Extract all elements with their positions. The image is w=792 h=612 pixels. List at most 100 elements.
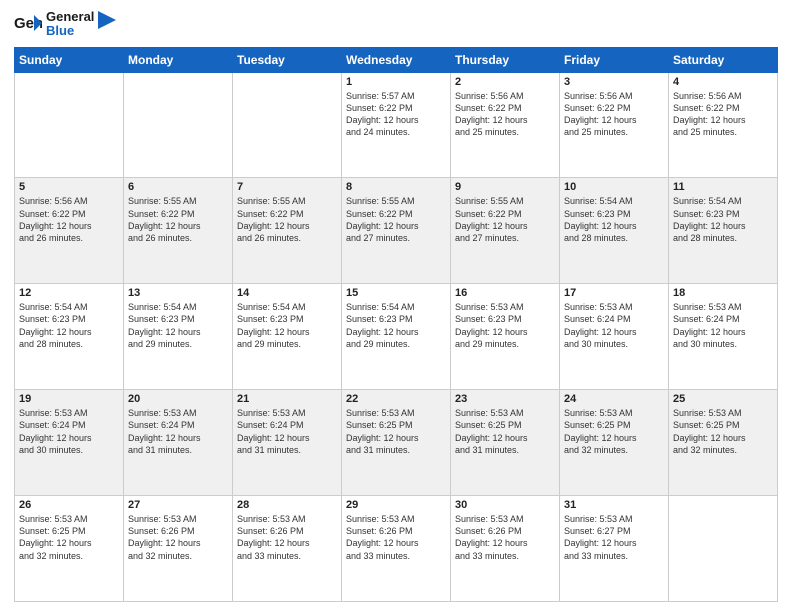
logo-icon: General — [14, 13, 42, 35]
weekday-header-row: SundayMondayTuesdayWednesdayThursdayFrid… — [15, 47, 778, 72]
day-number: 20 — [128, 393, 228, 405]
day-number: 12 — [19, 287, 119, 299]
calendar-day-26: 26Sunrise: 5:53 AM Sunset: 6:25 PM Dayli… — [15, 496, 124, 602]
calendar-day-9: 9 Sunrise: 5:55 AM Sunset: 6:22 PM Daylig… — [451, 178, 560, 284]
day-content: Sunrise: 5:56 AM Sunset: 6:22 PM Dayligh… — [673, 90, 773, 139]
calendar-day-17: 17 Sunrise: 5:53 AM Sunset: 6:24 PM Dayli… — [560, 284, 669, 390]
logo-general: General — [46, 9, 94, 24]
day-content: Sunrise: 5:53 AM Sunset: 6:26 PM Dayligh… — [455, 513, 555, 562]
calendar-day-28: 28 Sunrise: 5:53 AM Sunset: 6:26 PM Dayli… — [233, 496, 342, 602]
day-number: 1 — [346, 76, 446, 88]
calendar-empty-cell — [124, 72, 233, 178]
weekday-header-tuesday: Tuesday — [233, 47, 342, 72]
day-number: 5 — [19, 181, 119, 193]
day-number: 10 — [564, 181, 664, 193]
day-content: Sunrise: 5:54 AM Sunset: 6:23 PM Dayligh… — [19, 301, 119, 350]
calendar-day-21: 21 Sunrise: 5:53 AM Sunset: 6:24 PM Dayli… — [233, 390, 342, 496]
day-content: Sunrise: 5:54 AM Sunset: 6:23 PM Dayligh… — [673, 195, 773, 244]
calendar-day-3: 3 Sunrise: 5:56 AM Sunset: 6:22 PM Daylig… — [560, 72, 669, 178]
calendar-day-11: 11 Sunrise: 5:54 AM Sunset: 6:23 PM Dayli… — [669, 178, 778, 284]
header: General General Blue — [14, 10, 778, 39]
calendar-day-29: 29 Sunrise: 5:53 AM Sunset: 6:26 PM Dayli… — [342, 496, 451, 602]
weekday-header-monday: Monday — [124, 47, 233, 72]
day-content: Sunrise: 5:53 AM Sunset: 6:26 PM Dayligh… — [128, 513, 228, 562]
logo-arrow-icon — [98, 11, 116, 29]
day-number: 26 — [19, 499, 119, 511]
day-content: Sunrise: 5:53 AM Sunset: 6:24 PM Dayligh… — [128, 407, 228, 456]
day-number: 25 — [673, 393, 773, 405]
calendar-day-30: 30 Sunrise: 5:53 AM Sunset: 6:26 PM Dayli… — [451, 496, 560, 602]
logo: General General Blue — [14, 10, 116, 39]
calendar-week-row: 5 Sunrise: 5:56 AM Sunset: 6:22 PM Daylig… — [15, 178, 778, 284]
calendar-day-27: 27 Sunrise: 5:53 AM Sunset: 6:26 PM Dayli… — [124, 496, 233, 602]
day-content: Sunrise: 5:55 AM Sunset: 6:22 PM Dayligh… — [346, 195, 446, 244]
calendar-day-23: 23Sunrise: 5:53 AM Sunset: 6:25 PM Dayli… — [451, 390, 560, 496]
day-content: Sunrise: 5:55 AM Sunset: 6:22 PM Dayligh… — [128, 195, 228, 244]
calendar-day-13: 13Sunrise: 5:54 AM Sunset: 6:23 PM Dayli… — [124, 284, 233, 390]
calendar-day-12: 12 Sunrise: 5:54 AM Sunset: 6:23 PM Dayli… — [15, 284, 124, 390]
day-content: Sunrise: 5:56 AM Sunset: 6:22 PM Dayligh… — [19, 195, 119, 244]
calendar-day-16: 16 Sunrise: 5:53 AM Sunset: 6:23 PM Dayli… — [451, 284, 560, 390]
calendar-day-10: 10 Sunrise: 5:54 AM Sunset: 6:23 PM Dayli… — [560, 178, 669, 284]
day-number: 7 — [237, 181, 337, 193]
day-content: Sunrise: 5:53 AM Sunset: 6:25 PM Dayligh… — [564, 407, 664, 456]
calendar-day-1: 1 Sunrise: 5:57 AM Sunset: 6:22 PM Daylig… — [342, 72, 451, 178]
weekday-header-saturday: Saturday — [669, 47, 778, 72]
calendar-day-6: 6 Sunrise: 5:55 AM Sunset: 6:22 PM Daylig… — [124, 178, 233, 284]
day-number: 14 — [237, 287, 337, 299]
day-content: Sunrise: 5:53 AM Sunset: 6:23 PM Dayligh… — [455, 301, 555, 350]
day-content: Sunrise: 5:53 AM Sunset: 6:25 PM Dayligh… — [673, 407, 773, 456]
calendar-day-5: 5 Sunrise: 5:56 AM Sunset: 6:22 PM Daylig… — [15, 178, 124, 284]
calendar-day-22: 22 Sunrise: 5:53 AM Sunset: 6:25 PM Dayli… — [342, 390, 451, 496]
day-number: 16 — [455, 287, 555, 299]
logo-blue: Blue — [46, 23, 74, 38]
weekday-header-wednesday: Wednesday — [342, 47, 451, 72]
calendar-week-row: 12 Sunrise: 5:54 AM Sunset: 6:23 PM Dayli… — [15, 284, 778, 390]
calendar-day-18: 18Sunrise: 5:53 AM Sunset: 6:24 PM Dayli… — [669, 284, 778, 390]
day-content: Sunrise: 5:53 AM Sunset: 6:24 PM Dayligh… — [673, 301, 773, 350]
calendar-day-8: 8 Sunrise: 5:55 AM Sunset: 6:22 PM Daylig… — [342, 178, 451, 284]
day-number: 29 — [346, 499, 446, 511]
day-content: Sunrise: 5:55 AM Sunset: 6:22 PM Dayligh… — [455, 195, 555, 244]
calendar-day-14: 14Sunrise: 5:54 AM Sunset: 6:23 PM Dayli… — [233, 284, 342, 390]
calendar-day-4: 4Sunrise: 5:56 AM Sunset: 6:22 PM Daylig… — [669, 72, 778, 178]
day-content: Sunrise: 5:54 AM Sunset: 6:23 PM Dayligh… — [564, 195, 664, 244]
page: General General Blue SundayMondayTuesday… — [0, 0, 792, 612]
calendar-day-7: 7 Sunrise: 5:55 AM Sunset: 6:22 PM Daylig… — [233, 178, 342, 284]
day-content: Sunrise: 5:54 AM Sunset: 6:23 PM Dayligh… — [346, 301, 446, 350]
calendar-empty-cell — [233, 72, 342, 178]
day-content: Sunrise: 5:54 AM Sunset: 6:23 PM Dayligh… — [128, 301, 228, 350]
day-number: 22 — [346, 393, 446, 405]
day-content: Sunrise: 5:57 AM Sunset: 6:22 PM Dayligh… — [346, 90, 446, 139]
day-content: Sunrise: 5:56 AM Sunset: 6:22 PM Dayligh… — [564, 90, 664, 139]
calendar-day-19: 19Sunrise: 5:53 AM Sunset: 6:24 PM Dayli… — [15, 390, 124, 496]
day-number: 9 — [455, 181, 555, 193]
day-number: 15 — [346, 287, 446, 299]
calendar-week-row: 19Sunrise: 5:53 AM Sunset: 6:24 PM Dayli… — [15, 390, 778, 496]
day-number: 3 — [564, 76, 664, 88]
day-content: Sunrise: 5:53 AM Sunset: 6:27 PM Dayligh… — [564, 513, 664, 562]
day-number: 8 — [346, 181, 446, 193]
calendar-day-24: 24 Sunrise: 5:53 AM Sunset: 6:25 PM Dayli… — [560, 390, 669, 496]
calendar-day-20: 20 Sunrise: 5:53 AM Sunset: 6:24 PM Dayli… — [124, 390, 233, 496]
day-number: 24 — [564, 393, 664, 405]
day-number: 21 — [237, 393, 337, 405]
calendar-empty-cell — [669, 496, 778, 602]
day-number: 28 — [237, 499, 337, 511]
day-number: 27 — [128, 499, 228, 511]
day-content: Sunrise: 5:53 AM Sunset: 6:24 PM Dayligh… — [564, 301, 664, 350]
day-number: 17 — [564, 287, 664, 299]
weekday-header-thursday: Thursday — [451, 47, 560, 72]
day-number: 2 — [455, 76, 555, 88]
day-content: Sunrise: 5:53 AM Sunset: 6:25 PM Dayligh… — [346, 407, 446, 456]
day-content: Sunrise: 5:53 AM Sunset: 6:26 PM Dayligh… — [346, 513, 446, 562]
day-content: Sunrise: 5:55 AM Sunset: 6:22 PM Dayligh… — [237, 195, 337, 244]
day-number: 30 — [455, 499, 555, 511]
day-number: 6 — [128, 181, 228, 193]
weekday-header-friday: Friday — [560, 47, 669, 72]
day-content: Sunrise: 5:53 AM Sunset: 6:26 PM Dayligh… — [237, 513, 337, 562]
day-content: Sunrise: 5:53 AM Sunset: 6:24 PM Dayligh… — [237, 407, 337, 456]
day-number: 31 — [564, 499, 664, 511]
calendar-day-15: 15 Sunrise: 5:54 AM Sunset: 6:23 PM Dayli… — [342, 284, 451, 390]
day-number: 11 — [673, 181, 773, 193]
